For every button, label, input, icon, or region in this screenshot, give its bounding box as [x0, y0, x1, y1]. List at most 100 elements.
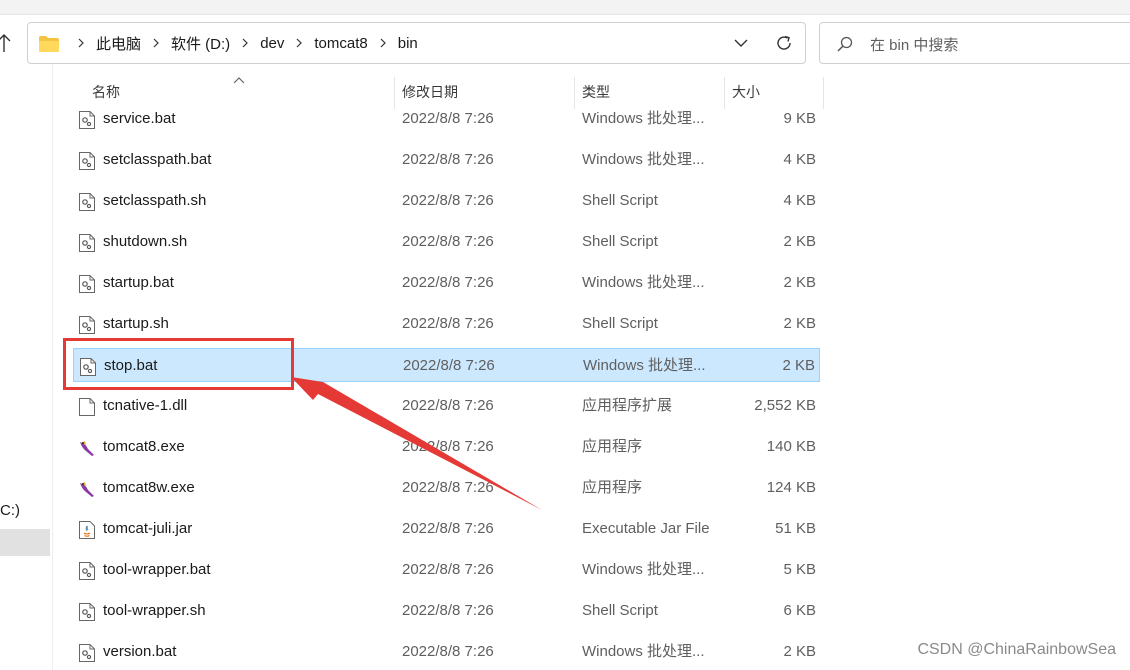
highlight-box [63, 338, 294, 390]
file-name: tcnative-1.dll [103, 397, 188, 414]
file-row[interactable]: tomcat8.exe 2022/8/8 7:26 应用程序 140 KB [73, 430, 820, 464]
file-row[interactable]: service.bat 2022/8/8 7:26 Windows 批处理... 9 … [73, 102, 820, 136]
file-name: setclasspath.bat [103, 151, 212, 168]
file-size: 140 KB [766, 438, 816, 455]
file-size: 2 KB [783, 274, 816, 291]
file-type: 应用程序 [582, 479, 643, 496]
chevron-right-icon[interactable] [294, 38, 304, 48]
batch-file-icon [78, 643, 96, 663]
column-divider[interactable] [823, 77, 824, 109]
script-file-icon [78, 192, 96, 212]
file-name: shutdown.sh [103, 233, 188, 250]
file-size: 51 KB [775, 520, 816, 537]
file-name: version.bat [103, 643, 177, 660]
file-row[interactable]: version.bat 2022/8/8 7:26 Windows 批处理... 2 … [73, 635, 820, 669]
file-date: 2022/8/8 7:26 [402, 274, 494, 291]
file-name: tool-wrapper.bat [103, 561, 211, 578]
file-type: Windows 批处理... [582, 561, 705, 578]
file-type: Shell Script [582, 233, 658, 250]
tomcat-exe-icon [78, 479, 96, 499]
file-size: 2 KB [783, 233, 816, 250]
file-date: 2022/8/8 7:26 [402, 520, 494, 537]
file-size: 2 KB [783, 643, 816, 660]
file-name: startup.sh [103, 315, 169, 332]
batch-file-icon [78, 274, 96, 294]
file-date: 2022/8/8 7:26 [402, 643, 494, 660]
title-strip [0, 0, 1130, 15]
file-name: tool-wrapper.sh [103, 602, 206, 619]
breadcrumb-drive-d[interactable]: 软件 (D:) [171, 33, 230, 54]
file-row[interactable]: startup.bat 2022/8/8 7:26 Windows 批处理... 2 … [73, 266, 820, 300]
file-date: 2022/8/8 7:26 [402, 110, 494, 127]
file-size: 6 KB [783, 602, 816, 619]
up-arrow-icon[interactable] [0, 32, 12, 54]
file-type: Windows 批处理... [582, 643, 705, 660]
file-size: 124 KB [766, 479, 816, 496]
file-name: setclasspath.sh [103, 192, 207, 209]
file-date: 2022/8/8 7:26 [403, 357, 495, 374]
file-name: tomcat-juli.jar [103, 520, 193, 537]
file-name: service.bat [103, 110, 176, 127]
refresh-icon[interactable] [774, 33, 794, 53]
chevron-down-icon[interactable] [732, 35, 750, 51]
file-type: Executable Jar File [582, 520, 710, 537]
script-file-icon [78, 233, 96, 253]
batch-file-icon [78, 151, 96, 171]
breadcrumb-tomcat8[interactable]: tomcat8 [314, 35, 367, 52]
file-size: 4 KB [783, 192, 816, 209]
search-placeholder: 在 bin 中搜索 [870, 37, 959, 54]
batch-file-icon [78, 561, 96, 581]
file-size: 5 KB [783, 561, 816, 578]
file-date: 2022/8/8 7:26 [402, 397, 494, 414]
file-row[interactable]: tool-wrapper.sh 2022/8/8 7:26 Shell Script… [73, 594, 820, 628]
tomcat-exe-icon [78, 438, 96, 458]
file-row[interactable]: setclasspath.sh 2022/8/8 7:26 Shell Script… [73, 184, 820, 218]
java-jar-icon [78, 520, 96, 540]
file-date: 2022/8/8 7:26 [402, 479, 494, 496]
file-name: tomcat8.exe [103, 438, 185, 455]
batch-file-icon [78, 110, 96, 130]
chevron-right-icon[interactable] [240, 38, 250, 48]
folder-icon [39, 36, 59, 52]
file-date: 2022/8/8 7:26 [402, 192, 494, 209]
file-date: 2022/8/8 7:26 [402, 438, 494, 455]
search-icon [837, 36, 853, 52]
file-type: Windows 批处理... [582, 274, 705, 291]
file-type: 应用程序扩展 [582, 397, 673, 414]
chevron-right-icon[interactable] [76, 38, 86, 48]
sidebar-item-selected[interactable] [0, 529, 50, 556]
file-row[interactable]: tomcat8w.exe 2022/8/8 7:26 应用程序 124 KB [73, 471, 820, 505]
script-file-icon [78, 602, 96, 622]
breadcrumb-bin[interactable]: bin [398, 35, 418, 52]
file-type: Shell Script [582, 315, 658, 332]
file-row[interactable]: startup.sh 2022/8/8 7:26 Shell Script 2 KB [73, 307, 820, 341]
file-date: 2022/8/8 7:26 [402, 151, 494, 168]
file-row[interactable]: setclasspath.bat 2022/8/8 7:26 Windows 批处理… [73, 143, 820, 177]
breadcrumb-dev[interactable]: dev [260, 35, 284, 52]
breadcrumb: 此电脑 软件 (D:) dev tomcat8 bin [66, 23, 418, 63]
file-date: 2022/8/8 7:26 [402, 602, 494, 619]
file-date: 2022/8/8 7:26 [402, 561, 494, 578]
file-type: Windows 批处理... [582, 151, 705, 168]
script-file-icon [78, 315, 96, 335]
watermark: CSDN @ChinaRainbowSea [917, 641, 1116, 658]
file-size: 4 KB [783, 151, 816, 168]
file-name: tomcat8w.exe [103, 479, 195, 496]
chevron-right-icon[interactable] [151, 38, 161, 48]
file-size: 9 KB [783, 110, 816, 127]
breadcrumb-this-pc[interactable]: 此电脑 [96, 33, 141, 54]
file-row[interactable]: tcnative-1.dll 2022/8/8 7:26 应用程序扩展 2,552 K… [73, 389, 820, 423]
file-size: 2 KB [783, 315, 816, 332]
sidebar-item-drive-c[interactable]: C:) [0, 502, 20, 519]
file-row[interactable]: shutdown.sh 2022/8/8 7:26 Shell Script 2 KB [73, 225, 820, 259]
file-row[interactable]: tomcat-juli.jar 2022/8/8 7:26 Executable J… [73, 512, 820, 546]
file-size: 2,552 KB [754, 397, 816, 414]
file-size: 2 KB [782, 357, 815, 374]
chevron-right-icon[interactable] [378, 38, 388, 48]
file-type: Shell Script [582, 192, 658, 209]
file-type: Shell Script [582, 602, 658, 619]
file-row[interactable]: tool-wrapper.bat 2022/8/8 7:26 Windows 批处理… [73, 553, 820, 587]
address-bar[interactable]: 此电脑 软件 (D:) dev tomcat8 bin [27, 22, 806, 64]
search-box[interactable]: 在 bin 中搜索 [819, 22, 1130, 64]
file-name: startup.bat [103, 274, 174, 291]
